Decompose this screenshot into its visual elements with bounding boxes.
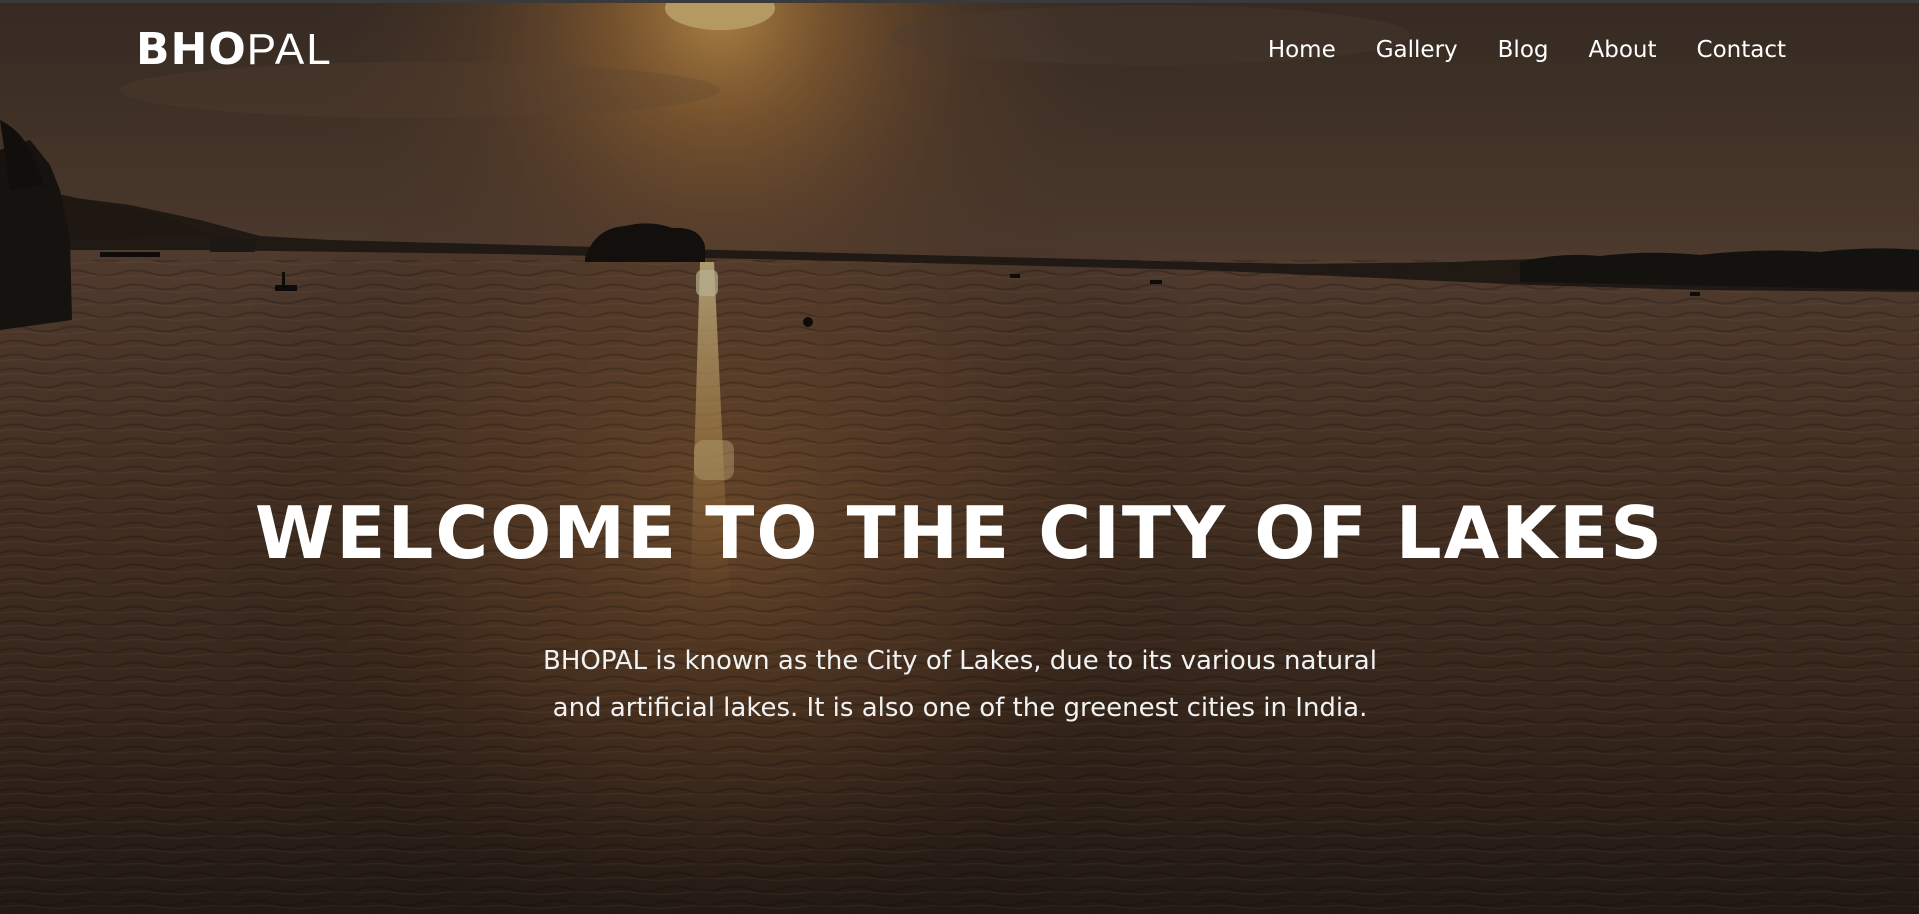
hero-background-image [0,0,1919,914]
nav-link-contact[interactable]: Contact [1697,37,1786,63]
nav-item-gallery: Gallery [1376,34,1458,66]
nav-item-about: About [1589,34,1657,66]
nav-item-contact: Contact [1697,34,1786,66]
nav-link-gallery[interactable]: Gallery [1376,37,1458,63]
hero-section: BHOPAL Home Gallery Blog About Contact W… [0,0,1919,914]
hero-description: BHOPAL is known as the City of Lakes, du… [543,646,1377,723]
navbar: BHOPAL Home Gallery Blog About Contact [0,0,1919,100]
nav-link-about[interactable]: About [1589,37,1657,63]
nav-link-blog[interactable]: Blog [1498,37,1549,63]
logo-light-part: PAL [246,25,333,74]
site-logo[interactable]: BHOPAL [136,26,333,74]
nav-link-home[interactable]: Home [1268,37,1336,63]
hero-title: WELCOME TO THE CITY OF LAKES [254,491,1665,575]
nav-menu: Home Gallery Blog About Contact [1268,34,1786,66]
nav-item-blog: Blog [1498,34,1549,66]
nav-item-home: Home [1268,34,1336,66]
logo-bold-part: BHO [136,24,247,75]
